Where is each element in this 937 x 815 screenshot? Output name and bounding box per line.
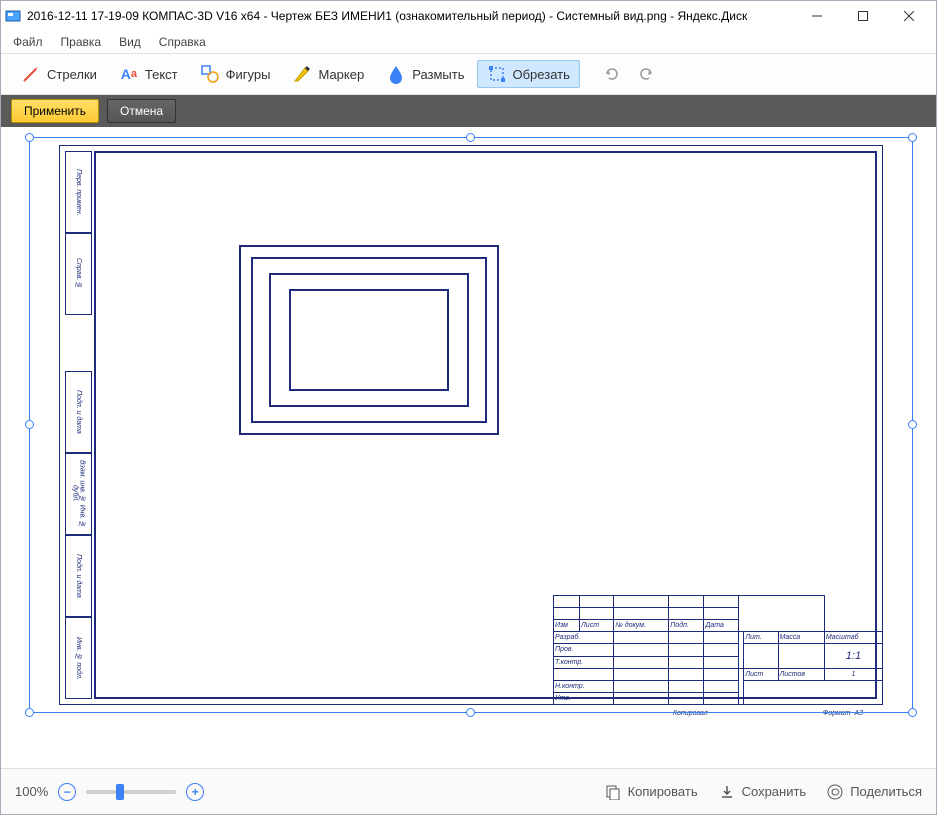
close-button[interactable] <box>886 1 932 31</box>
crop-handle-b[interactable] <box>466 708 475 717</box>
window-title: 2016-12-11 17-19-09 КОМПАС-3D V16 x64 - … <box>27 9 794 23</box>
menu-edit[interactable]: Правка <box>55 33 108 51</box>
cancel-button[interactable]: Отмена <box>107 99 176 123</box>
tool-blur[interactable]: Размыть <box>376 60 474 88</box>
menu-help[interactable]: Справка <box>153 33 212 51</box>
tool-crop-label: Обрезать <box>513 67 570 82</box>
share-button[interactable]: Поделиться <box>826 783 922 801</box>
app-icon <box>5 8 21 24</box>
text-icon: Aa <box>119 64 139 84</box>
zoom-out-button[interactable]: − <box>58 783 76 801</box>
crop-handle-tl[interactable] <box>25 133 34 142</box>
tool-arrows-label: Стрелки <box>47 67 97 82</box>
zoom-in-button[interactable]: + <box>186 783 204 801</box>
arrow-icon <box>21 64 41 84</box>
minimize-button[interactable] <box>794 1 840 31</box>
titlebar: 2016-12-11 17-19-09 КОМПАС-3D V16 x64 - … <box>1 1 936 31</box>
share-icon <box>826 783 844 801</box>
menu-view[interactable]: Вид <box>113 33 147 51</box>
undo-button[interactable] <box>598 60 626 88</box>
tool-crop[interactable]: Обрезать <box>477 60 580 88</box>
crop-handle-tr[interactable] <box>908 133 917 142</box>
crop-handle-bl[interactable] <box>25 708 34 717</box>
shapes-icon <box>200 64 220 84</box>
tool-shapes-label: Фигуры <box>226 67 271 82</box>
save-button[interactable]: Сохранить <box>718 783 807 801</box>
download-icon <box>718 783 736 801</box>
apply-button[interactable]: Применить <box>11 99 99 123</box>
crop-handle-br[interactable] <box>908 708 917 717</box>
tool-text[interactable]: Aa Текст <box>109 60 188 88</box>
zoom-slider[interactable] <box>86 790 176 794</box>
statusbar: 100% − + Копировать Сохранить Поделиться <box>1 768 936 814</box>
crop-icon <box>487 64 507 84</box>
zoom-controls: 100% − + <box>15 783 204 801</box>
window-controls <box>794 1 932 31</box>
zoom-value: 100% <box>15 784 48 799</box>
app-window: 2016-12-11 17-19-09 КОМПАС-3D V16 x64 - … <box>0 0 937 815</box>
crop-handle-t[interactable] <box>466 133 475 142</box>
tool-arrows[interactable]: Стрелки <box>11 60 107 88</box>
crop-handle-r[interactable] <box>908 420 917 429</box>
menu-file[interactable]: Файл <box>7 33 49 51</box>
tool-text-label: Текст <box>145 67 178 82</box>
tool-marker[interactable]: Маркер <box>282 60 374 88</box>
tool-marker-label: Маркер <box>318 67 364 82</box>
maximize-button[interactable] <box>840 1 886 31</box>
crop-selection[interactable] <box>29 137 913 713</box>
zoom-slider-thumb[interactable] <box>116 784 124 800</box>
toolbar: Стрелки Aa Текст Фигуры Маркер Размыть О… <box>1 53 936 95</box>
menubar: Файл Правка Вид Справка <box>1 31 936 53</box>
blur-icon <box>386 64 406 84</box>
copy-icon <box>604 783 622 801</box>
crop-action-bar: Применить Отмена <box>1 95 936 127</box>
canvas[interactable]: Перв. примен. Справ. № Подп. и дата Взам… <box>1 127 936 768</box>
copy-button[interactable]: Копировать <box>604 783 698 801</box>
tool-shapes[interactable]: Фигуры <box>190 60 281 88</box>
marker-icon <box>292 64 312 84</box>
tool-blur-label: Размыть <box>412 67 464 82</box>
redo-button[interactable] <box>632 60 660 88</box>
crop-handle-l[interactable] <box>25 420 34 429</box>
